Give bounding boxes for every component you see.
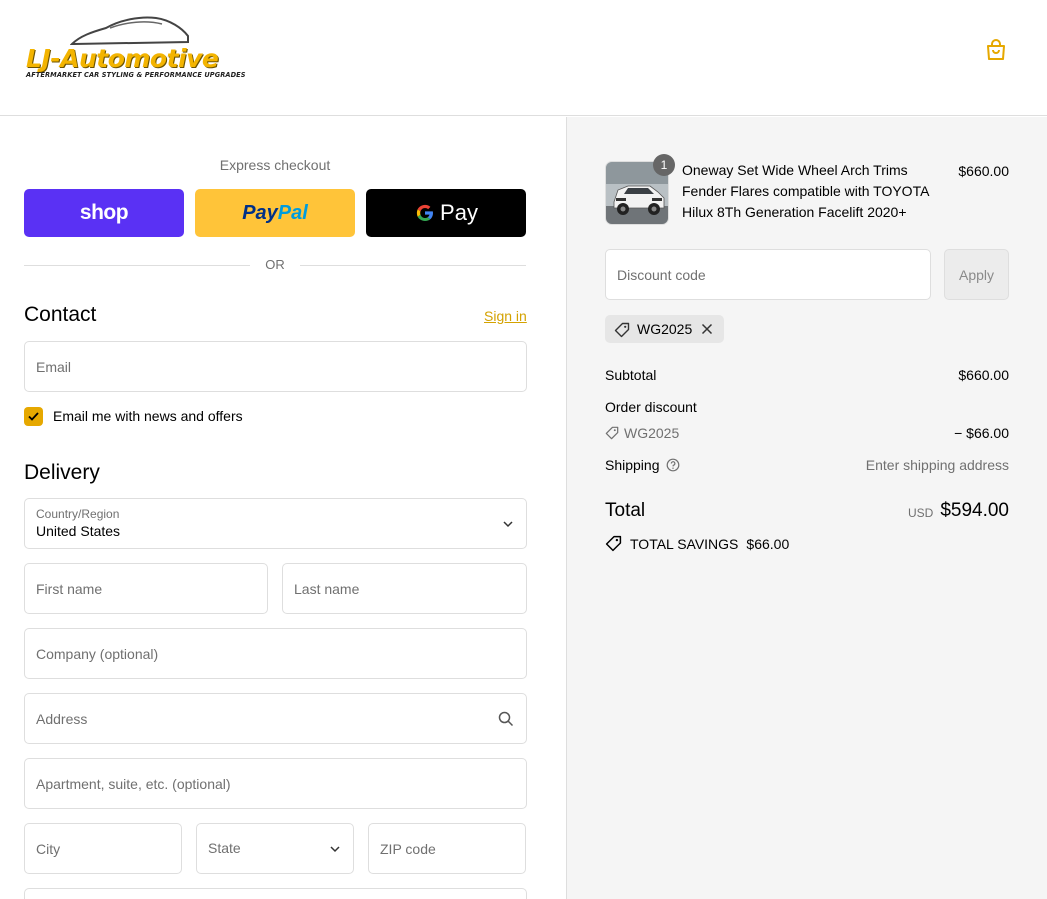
total-savings-value: $66.00	[746, 535, 790, 552]
company-placeholder: Company (optional)	[36, 646, 159, 662]
total-savings-label: TOTAL SAVINGS	[630, 535, 739, 552]
last-name-field[interactable]: Last name	[282, 563, 527, 614]
shipping-row: Shipping	[605, 457, 680, 473]
apartment-field[interactable]: Apartment, suite, etc. (optional)	[24, 758, 527, 809]
total-savings-row: TOTAL SAVINGS $66.00	[605, 535, 789, 552]
total-value: $594.00	[940, 500, 1009, 521]
google-g-icon	[416, 204, 434, 221]
email-field[interactable]: Email	[24, 341, 527, 392]
savings-tag-icon	[605, 535, 622, 552]
tag-icon	[605, 426, 619, 440]
shop-pay-button[interactable]: shop	[24, 189, 184, 237]
chevron-down-icon	[503, 521, 513, 528]
discount-code-field[interactable]: Discount code	[605, 249, 931, 300]
discount-code-placeholder: Discount code	[617, 267, 706, 283]
paypal-label-pal: Pal	[277, 201, 308, 224]
order-summary-pane: 1 Oneway Set Wide Wheel Arch Trims Fende…	[566, 117, 1047, 899]
country-value: United States	[36, 523, 121, 539]
checkmark-icon	[28, 412, 39, 421]
address-placeholder: Address	[36, 711, 88, 727]
brand-logo[interactable]: LJ-Automotive AFTERMARKET CAR STYLING & …	[26, 14, 246, 86]
product-price: $660.00	[958, 163, 1009, 179]
google-pay-button[interactable]: Pay	[366, 189, 526, 237]
divider-line	[300, 265, 526, 266]
brand-name: LJ-Automotive	[26, 44, 219, 73]
product-title: Oneway Set Wide Wheel Arch Trims Fender …	[682, 162, 929, 220]
first-name-placeholder: First name	[36, 581, 103, 597]
or-divider: OR	[24, 257, 526, 273]
shipping-label: Shipping	[605, 457, 660, 473]
checkout-form-pane: Express checkout shop Pay Pal Pay OR Cont…	[0, 117, 566, 899]
tag-icon	[614, 322, 630, 338]
delivery-title: Delivery	[24, 461, 100, 484]
shop-pay-label: shop	[79, 201, 129, 224]
contact-title: Contact	[24, 303, 97, 326]
order-discount-label: Order discount	[605, 399, 697, 415]
news-checkbox-label: Email me with news and offers	[53, 408, 243, 424]
total-currency: USD	[908, 506, 934, 520]
subtotal-label: Subtotal	[605, 367, 657, 383]
total-label: Total	[605, 500, 646, 521]
apply-button[interactable]: Apply	[944, 249, 1009, 300]
order-discount-value: − $66.00	[954, 425, 1009, 441]
paypal-label-pay: Pay	[242, 201, 278, 224]
help-circle-icon[interactable]	[666, 458, 680, 472]
shipping-value: Enter shipping address	[865, 457, 1009, 473]
order-discount-code: WG2025	[624, 425, 680, 441]
express-checkout-title: Express checkout	[219, 157, 331, 173]
zip-placeholder: ZIP code	[380, 841, 436, 857]
google-pay-label: Pay	[440, 200, 478, 225]
state-placeholder: State	[208, 840, 241, 856]
subtotal-value: $660.00	[958, 367, 1009, 383]
search-icon[interactable]	[498, 711, 514, 727]
last-name-placeholder: Last name	[294, 581, 360, 597]
apartment-placeholder: Apartment, suite, etc. (optional)	[36, 776, 231, 792]
shopping-bag-icon[interactable]	[984, 38, 1008, 62]
header: LJ-Automotive AFTERMARKET CAR STYLING & …	[0, 0, 1047, 116]
paypal-button[interactable]: Pay Pal	[195, 189, 355, 237]
sign-in-link[interactable]: Sign in	[484, 308, 527, 324]
remove-code-icon[interactable]	[701, 323, 713, 335]
applied-code-chip: WG2025	[605, 315, 724, 343]
first-name-field[interactable]: First name	[24, 563, 268, 614]
applied-code: WG2025	[637, 321, 693, 337]
car-silhouette-icon	[70, 16, 189, 45]
zip-field[interactable]: ZIP code	[368, 823, 526, 874]
quantity-badge: 1	[653, 154, 675, 176]
chevron-down-icon	[330, 846, 340, 853]
email-placeholder: Email	[36, 359, 72, 375]
news-checkbox[interactable]	[24, 407, 43, 426]
address-field[interactable]: Address	[24, 693, 527, 744]
brand-tagline: AFTERMARKET CAR STYLING & PERFORMANCE UP…	[26, 71, 246, 79]
city-field[interactable]: City	[24, 823, 182, 874]
country-select[interactable]: Country/Region United States	[24, 498, 527, 549]
order-discount-code-row: WG2025	[605, 425, 679, 441]
phone-field[interactable]	[24, 888, 527, 899]
city-placeholder: City	[36, 841, 61, 857]
country-label: Country/Region	[36, 507, 120, 521]
state-select[interactable]: State	[196, 823, 354, 874]
company-field[interactable]: Company (optional)	[24, 628, 527, 679]
